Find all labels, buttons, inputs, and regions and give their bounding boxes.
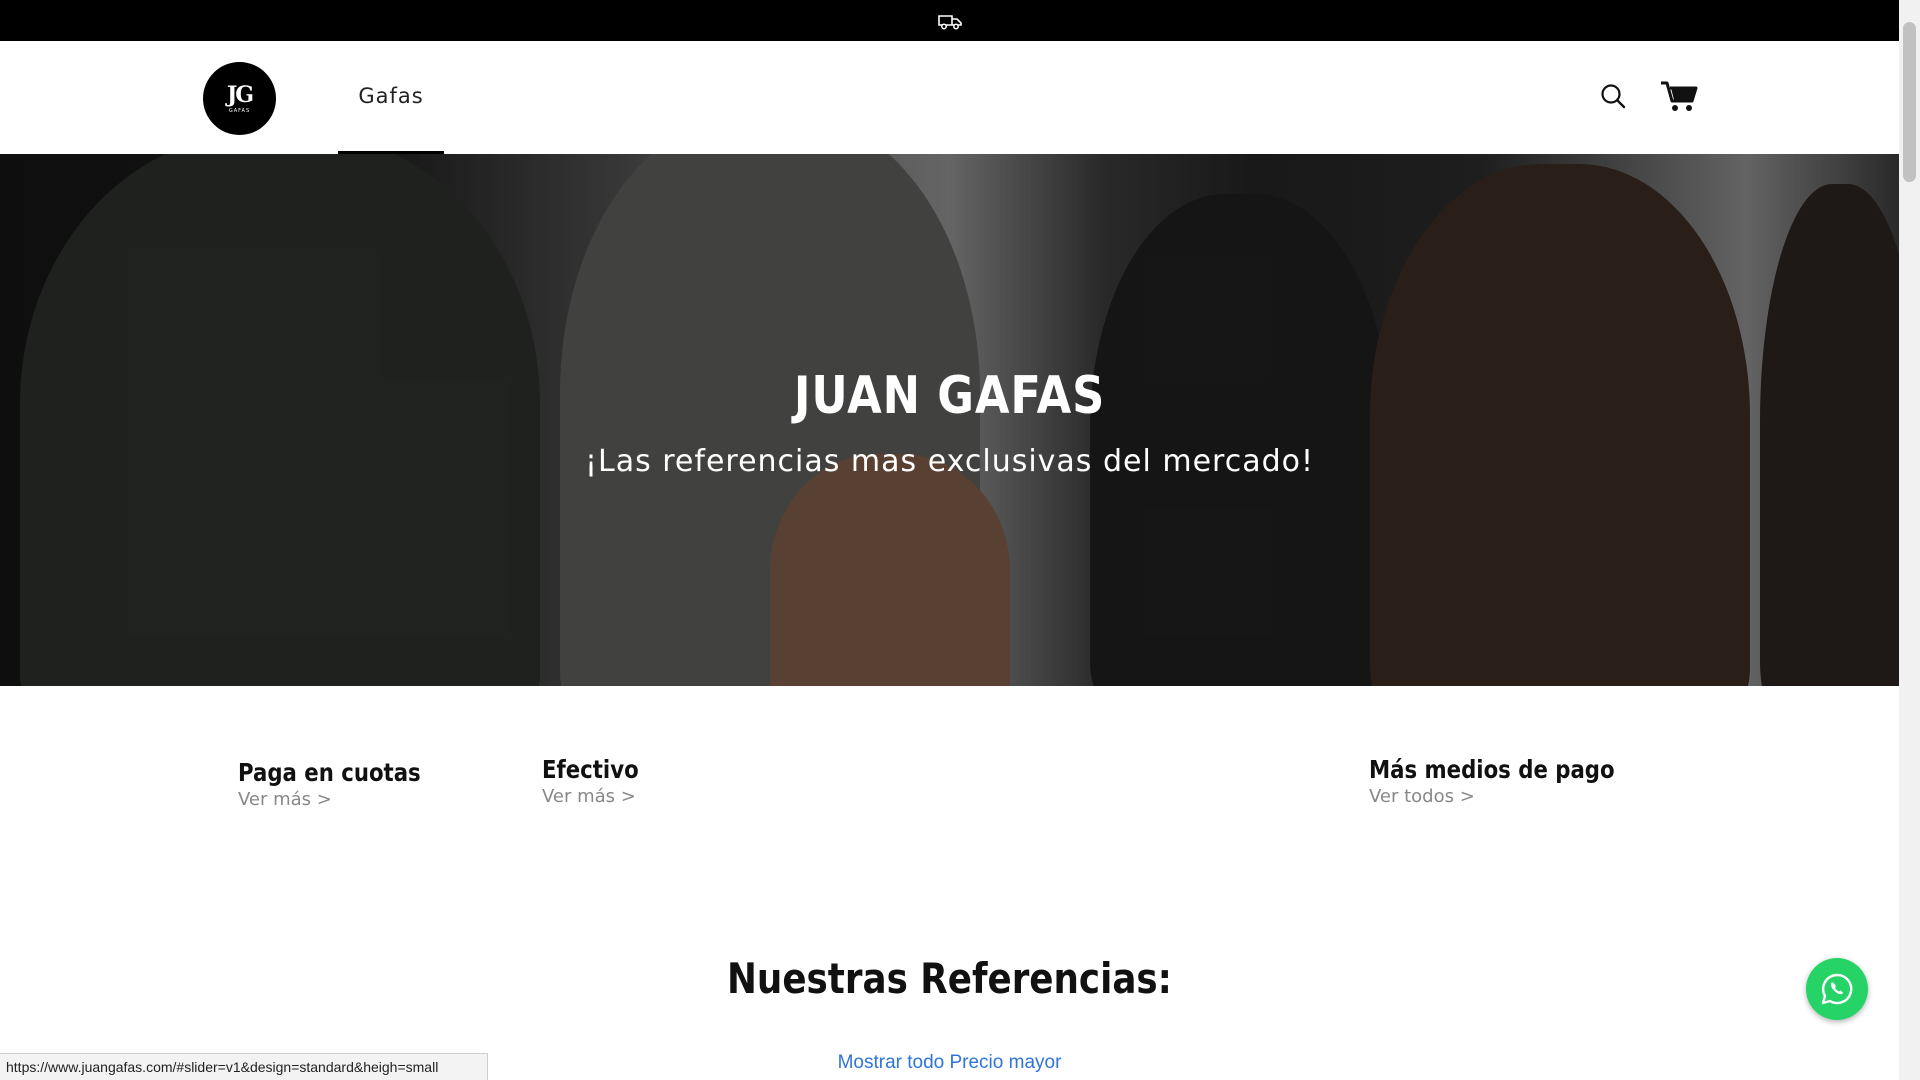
hero-subtitle: ¡Las referencias mas exclusivas del merc…: [584, 444, 1315, 479]
hero-banner: JUAN GAFAS ¡Las referencias mas exclusiv…: [0, 154, 1899, 686]
payment-link[interactable]: Ver más >: [542, 786, 656, 807]
section-title: Nuestras Referencias:: [727, 954, 1172, 1003]
site-header: JG GAFAS Gafas: [0, 41, 1899, 154]
whatsapp-button[interactable]: [1806, 958, 1868, 1020]
search-icon[interactable]: [1599, 82, 1627, 110]
delivery-truck-icon: [937, 14, 962, 29]
announcement-bar: [0, 0, 1899, 41]
payment-title: Más medios de pago: [1369, 755, 1615, 784]
payment-cash: Efectivo Ver más >: [542, 755, 656, 807]
logo-mark: JG: [226, 81, 254, 108]
scrollbar-thumb[interactable]: [1903, 22, 1916, 182]
cart-icon[interactable]: [1660, 79, 1698, 113]
logo-subtext: GAFAS: [228, 107, 251, 114]
hero-title: JUAN GAFAS: [793, 366, 1106, 426]
scrollbar[interactable]: [1899, 0, 1920, 1080]
status-bar-url: https://www.juangafas.com/#slider=v1&des…: [0, 1053, 488, 1080]
payment-link[interactable]: Ver más >: [238, 789, 453, 810]
payment-title: Paga en cuotas: [238, 758, 421, 787]
logo[interactable]: JG GAFAS: [203, 62, 276, 135]
whatsapp-icon: [1821, 973, 1853, 1005]
page: JG GAFAS Gafas JUAN GAFAS ¡Las referenci…: [0, 0, 1920, 1080]
payment-title: Efectivo: [542, 755, 639, 784]
payment-link[interactable]: Ver todos >: [1369, 786, 1658, 807]
nav-item-gafas[interactable]: Gafas: [338, 41, 444, 154]
payment-installments: Paga en cuotas Ver más >: [238, 758, 453, 810]
payment-more-methods: Más medios de pago Ver todos >: [1369, 755, 1658, 807]
